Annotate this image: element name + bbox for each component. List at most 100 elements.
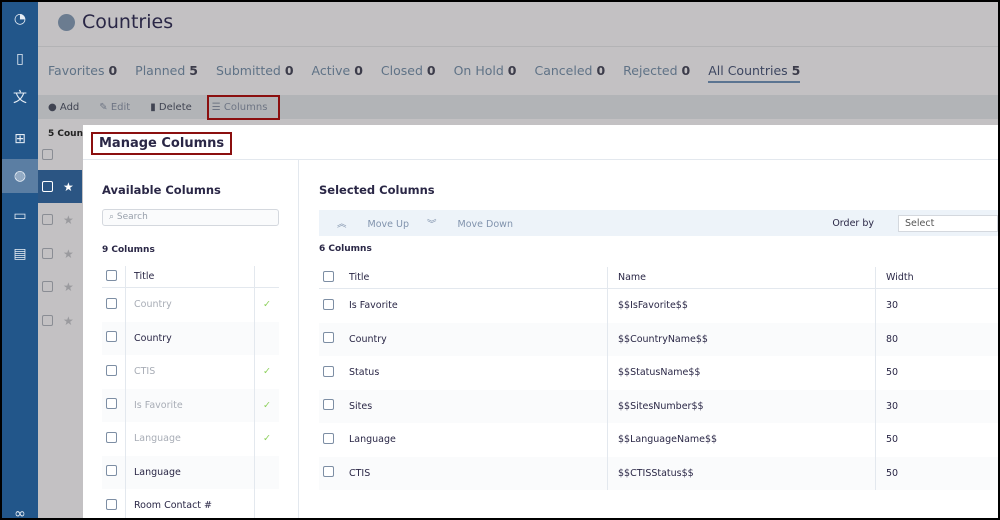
row-checkbox[interactable] bbox=[106, 431, 117, 443]
column-width[interactable]: 50 bbox=[875, 423, 998, 457]
hospital-icon[interactable]: ⊞ bbox=[2, 122, 38, 156]
list-item[interactable]: Country ✓ bbox=[102, 288, 279, 322]
row-checkbox[interactable] bbox=[42, 315, 53, 326]
row-checkbox[interactable] bbox=[323, 332, 334, 344]
clipboard-icon[interactable]: ▤ bbox=[2, 237, 38, 271]
row-checkbox[interactable] bbox=[106, 331, 117, 343]
edit-label: Edit bbox=[110, 101, 131, 113]
row-checkbox[interactable] bbox=[106, 465, 117, 477]
column-name: $$SitesNumber$$ bbox=[607, 389, 875, 423]
row-checkbox[interactable] bbox=[323, 466, 334, 478]
tab-count: 0 bbox=[681, 63, 691, 78]
list-item[interactable]: Language bbox=[102, 455, 279, 489]
column-width[interactable]: 30 bbox=[875, 389, 998, 423]
star-icon[interactable]: ★ bbox=[63, 213, 74, 227]
row-checkbox[interactable] bbox=[106, 498, 117, 510]
tab-rejected[interactable]: Rejected 0 bbox=[623, 63, 690, 83]
empty-cell bbox=[254, 489, 279, 518]
row-checkbox[interactable] bbox=[106, 364, 117, 376]
modal-title: Manage Columns bbox=[91, 132, 233, 155]
star-icon[interactable]: ★ bbox=[63, 247, 74, 261]
globe-icon[interactable]: ◍ bbox=[2, 159, 38, 193]
row-checkbox[interactable] bbox=[323, 365, 334, 377]
row-checkbox[interactable] bbox=[323, 399, 334, 411]
document-icon[interactable]: ▯ bbox=[2, 42, 38, 76]
table-row[interactable]: CTIS $$CTISStatus$$ 50 bbox=[319, 456, 998, 490]
search-input[interactable]: ⌕ Search bbox=[102, 209, 279, 226]
grid-row[interactable]: ★ bbox=[38, 270, 82, 303]
selected-count: 6 Columns bbox=[319, 244, 372, 254]
list-item[interactable]: Country bbox=[102, 321, 279, 355]
select-all-checkbox[interactable] bbox=[323, 270, 334, 282]
tab-label: Favorites bbox=[48, 63, 105, 78]
empty-cell bbox=[254, 455, 279, 489]
star-icon[interactable]: ★ bbox=[63, 280, 74, 294]
column-width[interactable]: 50 bbox=[875, 456, 998, 490]
selected-toolbar: ︽ Move Up ︾ Move Down Order by Select bbox=[319, 210, 998, 236]
list-item[interactable]: CTIS ✓ bbox=[102, 355, 279, 389]
grid-row[interactable]: ★ bbox=[38, 170, 82, 203]
tab-on-hold[interactable]: On Hold 0 bbox=[454, 63, 517, 83]
available-columns-pane: Available Columns ⌕ Search 9 Columns Tit… bbox=[83, 160, 299, 518]
tab-planned[interactable]: Planned 5 bbox=[135, 63, 198, 83]
column-title: Language bbox=[125, 455, 254, 489]
list-item[interactable]: Is Favorite ✓ bbox=[102, 388, 279, 422]
column-width[interactable]: 50 bbox=[875, 356, 998, 390]
list-item[interactable]: Language ✓ bbox=[102, 422, 279, 456]
row-checkbox[interactable] bbox=[323, 298, 334, 310]
order-by-select[interactable]: Select bbox=[898, 214, 998, 232]
move-down-button[interactable]: ︾ Move Down bbox=[427, 216, 513, 230]
table-row[interactable]: Language $$LanguageName$$ 50 bbox=[319, 423, 998, 457]
column-name: $$IsFavorite$$ bbox=[607, 289, 875, 323]
row-checkbox[interactable] bbox=[106, 398, 117, 410]
grid-row[interactable]: ★ bbox=[38, 203, 82, 236]
link-icon[interactable]: ∞ bbox=[2, 497, 38, 518]
star-icon[interactable]: ★ bbox=[63, 180, 74, 194]
tab-label: On Hold bbox=[453, 63, 504, 78]
row-checkbox[interactable] bbox=[42, 181, 53, 192]
star-icon[interactable]: ★ bbox=[63, 314, 74, 328]
tab-label: Canceled bbox=[534, 63, 593, 78]
row-checkbox[interactable] bbox=[42, 281, 53, 292]
tab-canceled[interactable]: Canceled 0 bbox=[534, 63, 605, 83]
id-card-icon[interactable]: ▭ bbox=[2, 199, 38, 233]
column-width[interactable]: 30 bbox=[875, 289, 998, 323]
list-item[interactable]: Room Contact # bbox=[102, 489, 279, 518]
column-title: Country bbox=[125, 288, 254, 322]
table-row[interactable]: Is Favorite $$IsFavorite$$ 30 bbox=[319, 289, 998, 323]
row-checkbox[interactable] bbox=[323, 432, 334, 444]
available-heading: Available Columns bbox=[102, 183, 221, 197]
column-width[interactable]: 80 bbox=[875, 322, 998, 356]
tab-favorites[interactable]: Favorites 0 bbox=[48, 63, 117, 83]
row-checkbox[interactable] bbox=[42, 214, 53, 225]
tab-all-countries[interactable]: All Countries 5 bbox=[708, 63, 801, 83]
table-row[interactable]: Country $$CountryName$$ 80 bbox=[319, 322, 998, 356]
tab-label: Rejected bbox=[623, 63, 678, 78]
grid-row[interactable]: ★ bbox=[38, 304, 82, 337]
select-all-checkbox[interactable] bbox=[42, 148, 53, 160]
table-row[interactable]: Sites $$SitesNumber$$ 30 bbox=[319, 389, 998, 423]
add-label: Add bbox=[59, 101, 80, 113]
row-checkbox[interactable] bbox=[42, 248, 53, 259]
dashboard-icon[interactable]: ◔ bbox=[2, 2, 38, 36]
tab-count: 0 bbox=[284, 63, 294, 78]
toolbar: ● Add ✎ Edit ▮ Delete ☰ Columns bbox=[38, 95, 998, 119]
grid-row[interactable]: ★ bbox=[38, 237, 82, 270]
translate-icon[interactable]: 文 bbox=[2, 80, 38, 114]
search-placeholder: Search bbox=[116, 212, 148, 222]
edit-button[interactable]: ✎ Edit bbox=[99, 102, 130, 113]
search-icon: ⌕ bbox=[109, 212, 117, 222]
delete-button[interactable]: ▮ Delete bbox=[150, 102, 192, 113]
add-button[interactable]: ● Add bbox=[48, 102, 79, 113]
row-checkbox[interactable] bbox=[106, 297, 117, 309]
column-title: Country bbox=[349, 333, 387, 345]
tab-submitted[interactable]: Submitted 0 bbox=[216, 63, 294, 83]
tab-active[interactable]: Active 0 bbox=[312, 63, 363, 83]
table-header: Title Name Width bbox=[319, 267, 998, 289]
tab-count: 5 bbox=[791, 63, 801, 78]
select-all-checkbox[interactable] bbox=[106, 269, 117, 281]
tab-closed[interactable]: Closed 0 bbox=[381, 63, 436, 83]
move-up-button[interactable]: ︽ Move Up bbox=[337, 216, 409, 230]
globe-icon bbox=[58, 14, 75, 31]
table-row[interactable]: Status $$StatusName$$ 50 bbox=[319, 356, 998, 390]
